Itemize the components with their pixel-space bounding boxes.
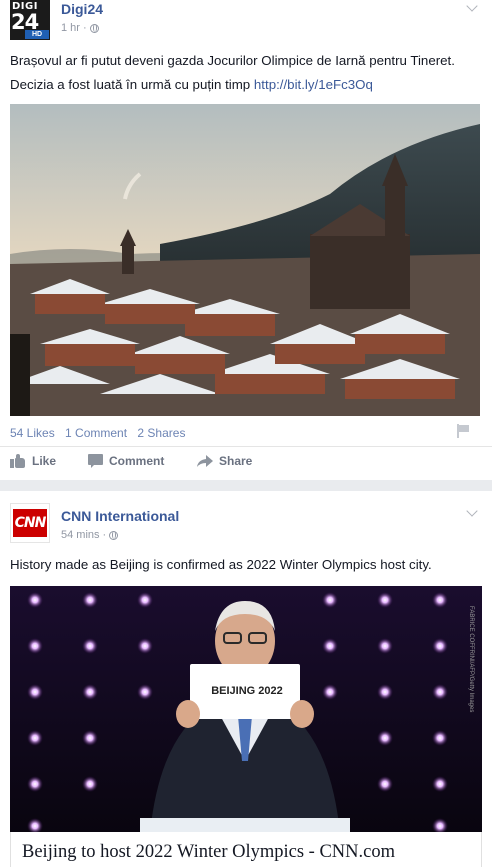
- snowy-town-photo-icon: [10, 104, 480, 416]
- post-stats: 54 Likes 1 Comment 2 Shares: [10, 426, 192, 440]
- post-link[interactable]: http://bit.ly/1eFc3Oq: [254, 77, 373, 92]
- post-text-line-with-link: Decizia a fost luată în urmă cu puțin ti…: [10, 73, 455, 97]
- page-avatar[interactable]: DIGI 24 HD: [10, 0, 50, 40]
- announcement-photo-icon: FABRICE COFFRINI/AFP/Getty Images: [10, 586, 482, 833]
- share-label: Share: [219, 454, 253, 468]
- page-name-link[interactable]: Digi24: [61, 1, 103, 17]
- post-photo[interactable]: [10, 104, 480, 416]
- likes-count[interactable]: 54 Likes: [10, 426, 55, 440]
- divider: [0, 446, 492, 447]
- globe-icon: [89, 23, 99, 33]
- flag-icon[interactable]: [456, 424, 470, 438]
- post-text-line: Decizia a fost luată în urmă cu puțin ti…: [10, 77, 251, 92]
- thumbs-up-icon: [10, 454, 26, 468]
- post-timestamp[interactable]: 1 hr: [61, 22, 80, 34]
- post-text-line: Brașovul ar fi putut deveni gazda Jocuri…: [10, 53, 455, 68]
- post-text: History made as Beijing is confirmed as …: [10, 553, 432, 577]
- page-name-link[interactable]: CNN International: [61, 508, 179, 524]
- globe-icon: [109, 530, 119, 540]
- meta-separator: ·: [82, 22, 87, 34]
- link-card-headline[interactable]: Beijing to host 2022 Winter Olympics - C…: [22, 842, 395, 863]
- post-text-line: History made as Beijing is confirmed as …: [10, 557, 432, 572]
- feed-post: DIGI 24 HD Digi24 1 hr · Brașovul ar fi …: [0, 0, 492, 480]
- like-label: Like: [32, 454, 57, 468]
- comment-label: Comment: [109, 454, 165, 468]
- chevron-down-icon[interactable]: [466, 507, 478, 519]
- share-button[interactable]: Share: [197, 454, 252, 468]
- meta-separator: ·: [102, 529, 107, 541]
- comment-icon: [88, 454, 103, 468]
- post-text: Brașovul ar fi putut deveni gazda Jocuri…: [10, 49, 455, 97]
- digi24-logo: DIGI 24 HD: [10, 0, 50, 40]
- chevron-down-icon[interactable]: [466, 2, 478, 14]
- post-photo[interactable]: FABRICE COFFRINI/AFP/Getty Images BEIJIN…: [10, 586, 482, 833]
- cnn-logo: CNN: [10, 503, 50, 543]
- post-meta: 1 hr ·: [61, 22, 99, 34]
- like-button[interactable]: Like: [10, 454, 56, 468]
- post-timestamp[interactable]: 54 mins: [61, 529, 100, 541]
- shares-count[interactable]: 2 Shares: [137, 426, 185, 440]
- share-icon: [197, 454, 213, 468]
- page-avatar[interactable]: CNN: [10, 503, 50, 543]
- action-bar: Like Comment Share: [0, 454, 492, 476]
- feed-post: CNN CNN International 54 mins · History …: [0, 491, 492, 867]
- comments-count[interactable]: 1 Comment: [65, 426, 127, 440]
- photo-credit: FABRICE COFFRINI/AFP/Getty Images: [468, 606, 474, 712]
- post-meta: 54 mins ·: [61, 529, 119, 541]
- news-feed: DIGI 24 HD Digi24 1 hr · Brașovul ar fi …: [0, 0, 492, 867]
- photo-card-text: BEIJING 2022: [211, 685, 283, 697]
- comment-button[interactable]: Comment: [88, 454, 164, 468]
- link-card-caption[interactable]: Beijing to host 2022 Winter Olympics - C…: [10, 832, 482, 867]
